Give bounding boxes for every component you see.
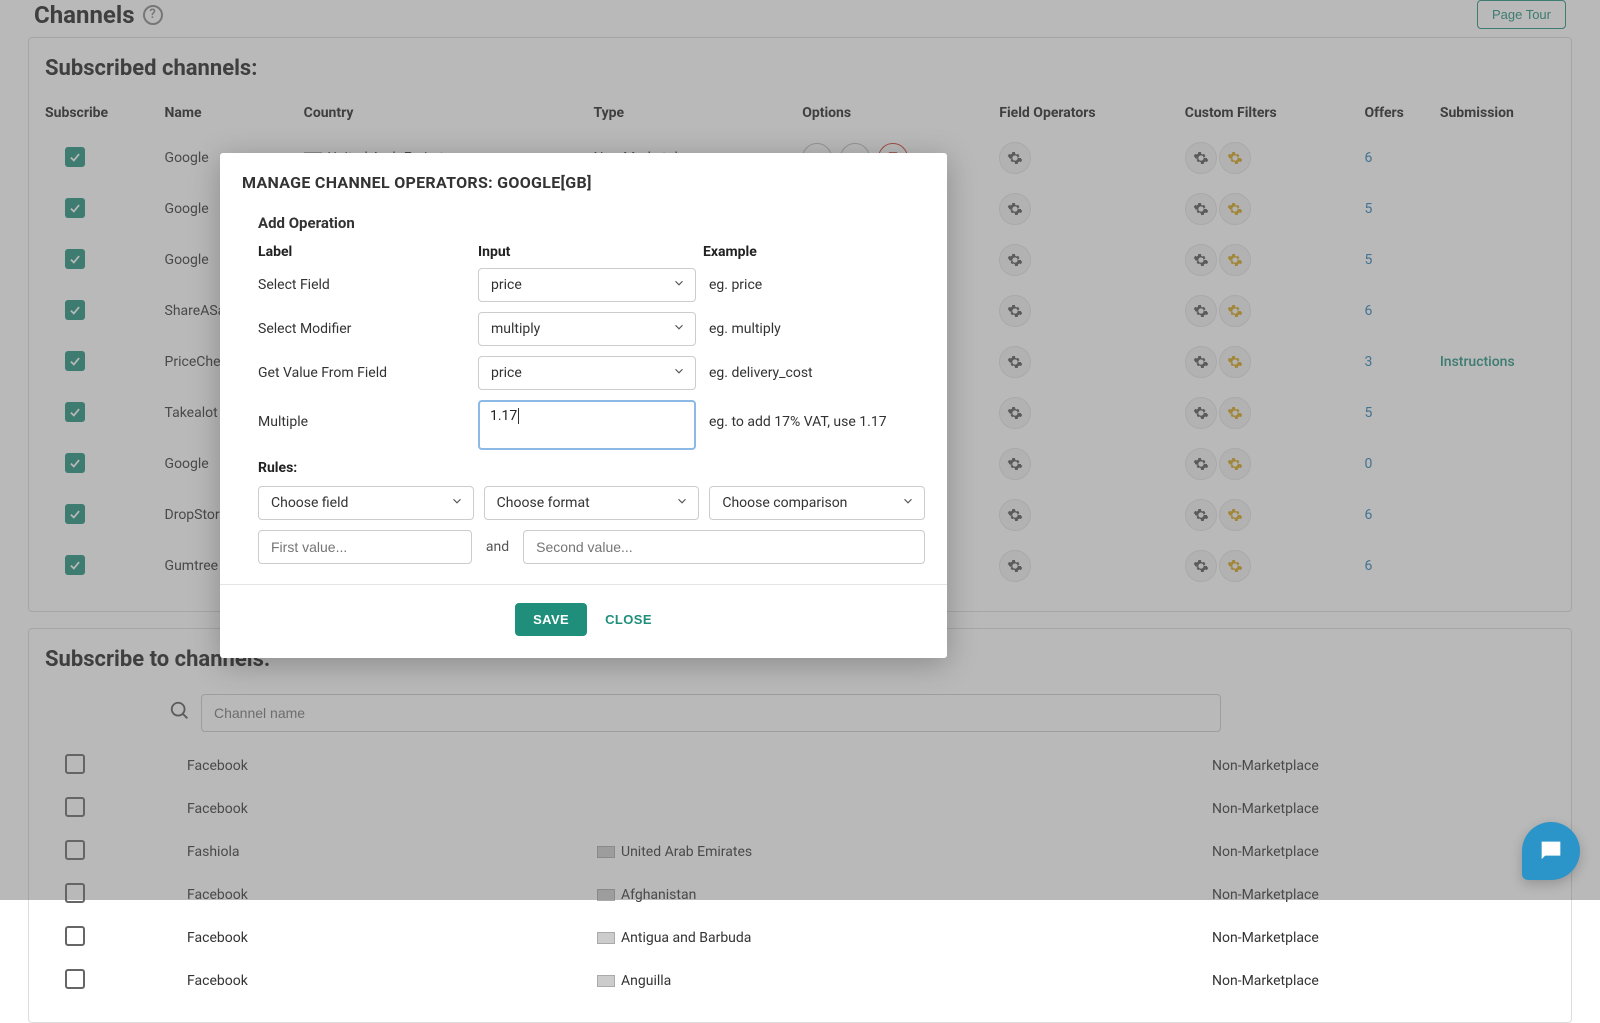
channel-name: Facebook: [179, 959, 589, 1002]
select-modifier-label: Select Modifier: [258, 321, 478, 337]
channel-type: Non-Marketplace: [1204, 959, 1571, 1002]
table-row: FacebookAnguillaNon-Marketplace: [29, 959, 1571, 1002]
flag-icon: [597, 975, 615, 987]
select-modifier-dropdown[interactable]: multiply: [478, 312, 696, 346]
table-row: FacebookAntigua and BarbudaNon-Marketpla…: [29, 916, 1571, 959]
modal-title: MANAGE CHANNEL OPERATORS: GOOGLE[GB]: [242, 173, 925, 192]
col-example: Example: [703, 244, 925, 260]
select-field-dropdown[interactable]: price: [478, 268, 696, 302]
operators-modal: MANAGE CHANNEL OPERATORS: GOOGLE[GB] Add…: [220, 153, 947, 658]
and-label: and: [482, 539, 513, 555]
select-field-eg: eg. price: [703, 277, 925, 293]
subscribe-checkbox[interactable]: [65, 969, 85, 989]
select-field-label: Select Field: [258, 277, 478, 293]
channel-country: Anguilla: [589, 959, 1204, 1002]
rules-field-dropdown[interactable]: Choose field: [258, 486, 474, 520]
select-modifier-eg: eg. multiply: [703, 321, 925, 337]
chat-icon: [1537, 837, 1565, 865]
get-value-label: Get Value From Field: [258, 365, 478, 381]
get-value-eg: eg. delivery_cost: [703, 365, 925, 381]
rules-format-dropdown[interactable]: Choose format: [484, 486, 700, 520]
channel-type: Non-Marketplace: [1204, 916, 1571, 959]
flag-icon: [597, 932, 615, 944]
first-value-input[interactable]: [258, 530, 472, 564]
channel-country: Antigua and Barbuda: [589, 916, 1204, 959]
chat-fab[interactable]: [1522, 822, 1580, 880]
save-button[interactable]: SAVE: [515, 603, 587, 636]
col-input: Input: [478, 244, 703, 260]
subscribe-checkbox[interactable]: [65, 926, 85, 946]
get-value-dropdown[interactable]: price: [478, 356, 696, 390]
add-operation-heading: Add Operation: [258, 214, 925, 232]
rules-title: Rules:: [258, 460, 925, 476]
channel-name: Facebook: [179, 916, 589, 959]
col-label: Label: [258, 244, 478, 260]
close-button[interactable]: CLOSE: [605, 603, 652, 636]
rules-comparison-dropdown[interactable]: Choose comparison: [709, 486, 925, 520]
multiple-eg: eg. to add 17% VAT, use 1.17: [703, 400, 925, 430]
second-value-input[interactable]: [523, 530, 925, 564]
multiple-input[interactable]: 1.17: [478, 400, 696, 450]
multiple-label: Multiple: [258, 400, 478, 430]
